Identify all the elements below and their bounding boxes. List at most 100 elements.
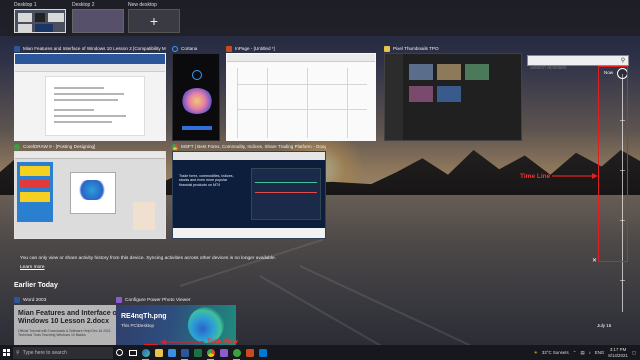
- earlier-today-heading: Earlier Today: [14, 282, 58, 289]
- store-icon: [167, 348, 176, 357]
- cortana-icon: [116, 349, 123, 356]
- window-inpage-title-text: InPage - [Untitled *]: [235, 46, 275, 51]
- time-line-annotation: Time Line: [520, 173, 551, 180]
- search-icon: ⚲: [16, 349, 20, 356]
- word-page: [45, 76, 145, 136]
- word-card-app: Word 2003: [23, 297, 47, 303]
- window-cortana-preview[interactable]: [172, 53, 220, 141]
- photo-card-app: Configure Power Photo Viewer: [125, 297, 191, 303]
- task-view-annotation: Task View: [207, 338, 238, 345]
- taskbar-app-store[interactable]: [165, 345, 178, 360]
- inpage-icon: [226, 45, 232, 52]
- photos-icon: [116, 297, 122, 303]
- window-photos[interactable]: Pixel Thumbnails TPO: [384, 44, 522, 141]
- word-activity-card[interactable]: Mian Features and Interface of Windows 1…: [14, 305, 124, 345]
- sync-notice: You can only view or share activity hist…: [14, 252, 597, 272]
- taskbar-app-edge[interactable]: [139, 345, 152, 360]
- volume-icon[interactable]: ♪: [589, 350, 591, 355]
- new-desktop[interactable]: New desktop +: [128, 2, 180, 33]
- taskbar-app-inpage[interactable]: [243, 345, 256, 360]
- language-indicator[interactable]: ENG: [595, 350, 605, 355]
- window-inpage-preview[interactable]: [226, 53, 376, 141]
- weather-text[interactable]: 33°C Sunsets: [542, 350, 569, 355]
- folder-icon: [384, 45, 390, 52]
- window-msft[interactable]: MSFT | Best Forex, Commodity, Indices, S…: [172, 142, 326, 239]
- window-cortana-title: Cortana: [172, 44, 220, 53]
- window-coreldraw-title-text: CorelDRAW 9 - [Posting Designing]: [23, 144, 96, 149]
- window-photos-preview[interactable]: [384, 53, 522, 141]
- task-view-icon: [128, 349, 137, 356]
- window-photos-title: Pixel Thumbnails TPO: [384, 44, 522, 53]
- start-button[interactable]: [0, 345, 13, 360]
- plus-icon: +: [149, 13, 159, 29]
- search-activities[interactable]: ⚲: [527, 55, 629, 73]
- window-word-title: Mian Features and Interface of Windows 1…: [14, 44, 166, 53]
- inpage-icon: [245, 348, 254, 357]
- taskbar: ⚲ Type here to search ☀ 33°C Sunsets ⌃ ▤…: [0, 345, 640, 360]
- photos-icon: [219, 348, 228, 357]
- msft-promo-text: Trade forex, commodities, indices, stock…: [179, 174, 234, 187]
- word-icon: [14, 297, 20, 303]
- task-view-button[interactable]: [126, 345, 139, 360]
- weather-icon[interactable]: ☀: [534, 350, 538, 356]
- taskbar-app-mail[interactable]: [256, 345, 269, 360]
- new-desktop-button[interactable]: +: [128, 9, 180, 33]
- taskbar-search-placeholder: Type here to search: [22, 349, 67, 356]
- taskbar-app-word[interactable]: [178, 345, 191, 360]
- window-coreldraw[interactable]: CorelDRAW 9 - [Posting Designing]: [14, 142, 166, 239]
- window-word[interactable]: Mian Features and Interface of Windows 1…: [14, 44, 166, 141]
- coreldraw-icon: [232, 348, 241, 357]
- word-icon: [180, 348, 189, 357]
- excel-icon: [193, 348, 202, 357]
- desktop-1-label: Desktop 1: [14, 2, 37, 8]
- desktop-2-label: Desktop 2: [72, 2, 95, 8]
- coreldraw-icon: [14, 143, 20, 150]
- window-msft-preview[interactable]: Trade forex, commodities, indices, stock…: [172, 151, 326, 239]
- window-coreldraw-preview[interactable]: [14, 151, 166, 239]
- windows-logo-icon: [3, 349, 10, 356]
- search-icon[interactable]: ⚲: [619, 57, 627, 65]
- cortana-button[interactable]: [113, 345, 126, 360]
- new-desktop-label: New desktop: [128, 2, 157, 8]
- photo-card-title: RE4nqTh.png: [121, 313, 167, 320]
- window-msft-title-text: MSFT | Best Forex, Commodity, Indices, S…: [181, 144, 326, 149]
- word-icon: [14, 45, 20, 52]
- taskbar-app-excel[interactable]: [191, 345, 204, 360]
- close-icon[interactable]: ✕: [592, 257, 597, 264]
- photo-card-detail: This PC\Desktop: [121, 323, 154, 328]
- virtual-desktops-bar: Desktop 1 Desktop 2 New desktop +: [0, 0, 640, 36]
- folder-icon: [154, 348, 163, 357]
- taskbar-app-coreldraw[interactable]: [230, 345, 243, 360]
- system-tray: ☀ 33°C Sunsets ⌃ ▤ ♪ ENG 3:17 PM 8/14/20…: [534, 345, 636, 360]
- window-word-preview[interactable]: [14, 53, 166, 141]
- time-line-arrow: [552, 173, 598, 179]
- desktop-1-thumbnail[interactable]: [14, 9, 66, 33]
- learn-more-link[interactable]: Learn more: [20, 265, 45, 270]
- chevron-up-icon[interactable]: ⌃: [573, 350, 577, 356]
- taskbar-app-explorer[interactable]: [152, 345, 165, 360]
- window-photos-title-text: Pixel Thumbnails TPO: [393, 46, 439, 51]
- window-msft-title: MSFT | Best Forex, Commodity, Indices, S…: [172, 142, 326, 151]
- window-cortana-title-text: Cortana: [181, 46, 198, 51]
- window-inpage[interactable]: InPage - [Untitled *]: [226, 44, 376, 141]
- chrome-icon: [172, 143, 178, 150]
- taskbar-app-photos[interactable]: [217, 345, 230, 360]
- desktop-1[interactable]: Desktop 1: [14, 2, 66, 33]
- window-word-title-text: Mian Features and Interface of Windows 1…: [23, 46, 166, 51]
- taskbar-search[interactable]: ⚲ Type here to search: [13, 346, 113, 359]
- desktop-2-thumbnail[interactable]: [72, 9, 124, 33]
- desktop-2[interactable]: Desktop 2: [72, 2, 124, 33]
- clock-date: 8/14/2021: [608, 352, 628, 358]
- word-toolbar: [15, 64, 165, 72]
- network-icon[interactable]: ▤: [580, 350, 584, 356]
- notifications-icon[interactable]: ▢: [632, 350, 636, 356]
- cortana-icon: [172, 45, 178, 52]
- clock-time: 3:17 PM: [609, 347, 627, 352]
- window-cortana[interactable]: Cortana: [172, 44, 220, 141]
- clock[interactable]: 3:17 PM 8/14/2021: [608, 347, 628, 358]
- word-card-detail: Official Tutorial with Downloads & Softw…: [18, 329, 111, 337]
- sync-notice-text: You can only view or share activity hist…: [20, 256, 277, 261]
- window-inpage-title: InPage - [Untitled *]: [226, 44, 376, 53]
- taskbar-app-chrome[interactable]: [204, 345, 217, 360]
- timeline-annotation-box: [598, 66, 628, 262]
